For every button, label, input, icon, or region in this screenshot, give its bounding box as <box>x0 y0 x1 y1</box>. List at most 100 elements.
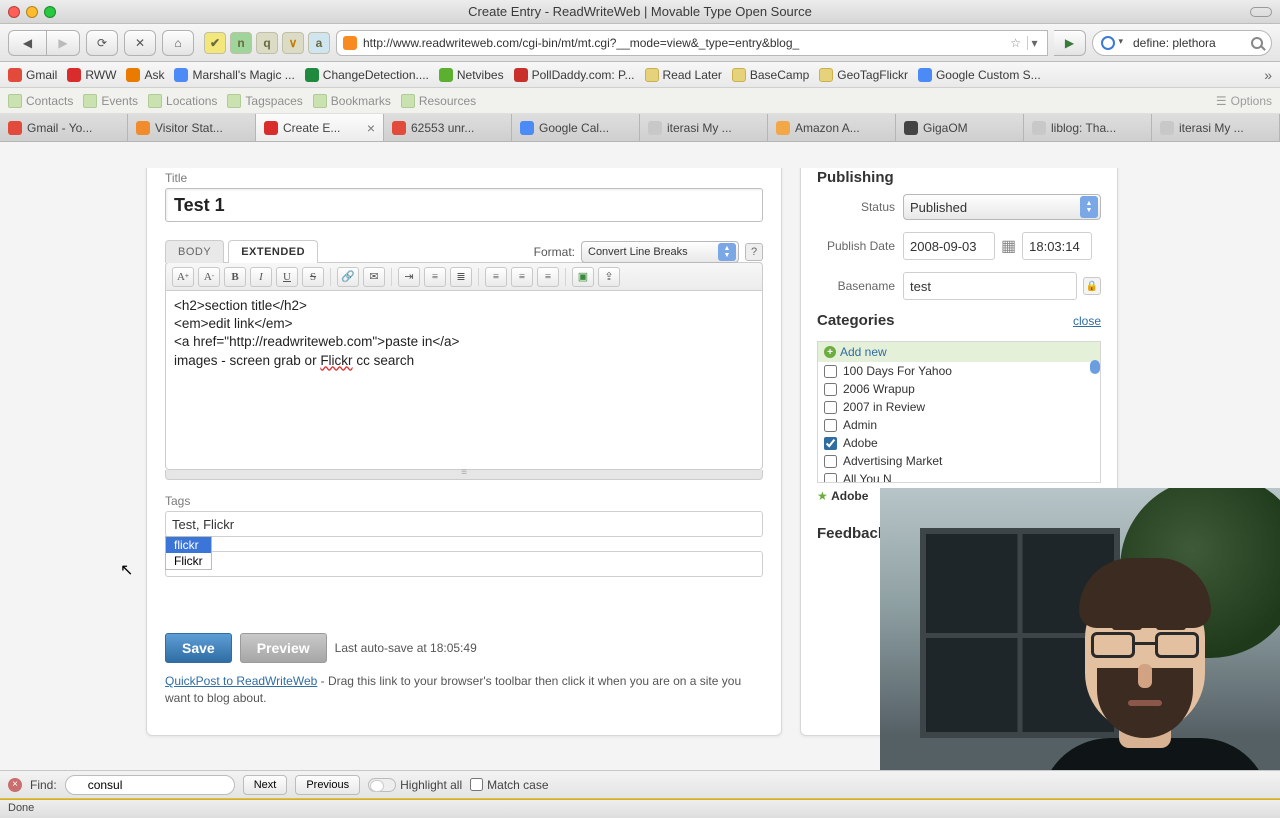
format-select[interactable]: Convert Line Breaks ▲▼ <box>581 241 739 263</box>
bookmark-readlater[interactable]: Read Later <box>645 68 722 82</box>
ext-icon-2[interactable]: n <box>230 32 252 54</box>
title-input[interactable] <box>165 188 763 222</box>
category-row[interactable]: All You N <box>818 470 1100 482</box>
attach-button[interactable]: ⇪ <box>598 267 620 287</box>
tab-google-cal[interactable]: Google Cal... <box>512 114 640 141</box>
email-button[interactable]: ✉ <box>363 267 385 287</box>
back-button[interactable]: ◀ <box>8 30 46 56</box>
save-button[interactable]: Save <box>165 633 232 663</box>
address-bar[interactable]: http://www.readwriteweb.com/cgi-bin/mt/m… <box>336 30 1048 56</box>
tab-62553[interactable]: 62553 unr... <box>384 114 512 141</box>
ext-icon-4[interactable]: ∨ <box>282 32 304 54</box>
bookmark-basecamp[interactable]: BaseCamp <box>732 68 809 82</box>
tab-gmail[interactable]: Gmail - Yo... <box>0 114 128 141</box>
ext-icon-3[interactable]: q <box>256 32 278 54</box>
font-increase-icon[interactable]: A+ <box>172 267 194 287</box>
unordered-list-button[interactable]: ≡ <box>424 267 446 287</box>
find-input[interactable] <box>65 775 235 795</box>
highlight-all-toggle[interactable]: Highlight all <box>368 778 462 792</box>
bookmark-marshall[interactable]: Marshall's Magic ... <box>174 68 294 82</box>
preview-button[interactable]: Preview <box>240 633 327 663</box>
ext-icon-5[interactable]: a <box>308 32 330 54</box>
category-row[interactable]: Adobe <box>818 434 1100 452</box>
category-row[interactable]: 100 Days For Yahoo <box>818 362 1100 380</box>
tab-body[interactable]: BODY <box>165 240 224 263</box>
entry-panel: Title BODY EXTENDED Format: Convert Line… <box>146 168 782 736</box>
bm2-resources[interactable]: Resources <box>401 94 476 108</box>
bookmark-ask[interactable]: Ask <box>126 68 164 82</box>
publish-time-input[interactable] <box>1022 232 1092 260</box>
align-right-button[interactable]: ≡ <box>537 267 559 287</box>
reload-button[interactable]: ⟳ <box>86 30 118 56</box>
underline-button[interactable]: U <box>276 267 298 287</box>
find-close-icon[interactable]: × <box>8 778 22 792</box>
publish-date-input[interactable] <box>903 232 995 260</box>
align-left-button[interactable]: ≡ <box>485 267 507 287</box>
find-next-button[interactable]: Next <box>243 775 288 795</box>
editor-resize-handle[interactable] <box>165 470 763 480</box>
category-row[interactable]: Admin <box>818 416 1100 434</box>
tab-iterasi-2[interactable]: iterasi My ... <box>1152 114 1280 141</box>
tab-extended[interactable]: EXTENDED <box>228 240 318 263</box>
suggest-item[interactable]: Flickr <box>166 553 211 569</box>
basename-input[interactable] <box>903 272 1077 300</box>
bm2-contacts[interactable]: Contacts <box>8 94 73 108</box>
suggest-item[interactable]: flickr <box>166 537 211 553</box>
close-tab-icon[interactable]: × <box>367 120 375 136</box>
scrollbar-thumb[interactable] <box>1090 360 1100 374</box>
link-button[interactable]: 🔗 <box>337 267 359 287</box>
tab-amazon[interactable]: Amazon A... <box>768 114 896 141</box>
category-row[interactable]: 2007 in Review <box>818 398 1100 416</box>
add-category-link[interactable]: +Add new <box>818 342 1100 362</box>
keywords-input[interactable] <box>165 551 763 577</box>
categories-close-link[interactable]: close <box>1073 314 1101 328</box>
bookmarks-overflow-icon[interactable]: » <box>1264 67 1272 83</box>
tags-input[interactable] <box>165 511 763 537</box>
tab-visitor-stats[interactable]: Visitor Stat... <box>128 114 256 141</box>
italic-button[interactable]: I <box>250 267 272 287</box>
bold-button[interactable]: B <box>224 267 246 287</box>
strike-button[interactable]: S <box>302 267 324 287</box>
bookmark-googlecustom[interactable]: Google Custom S... <box>918 68 1041 82</box>
ext-icon-1[interactable]: ✔ <box>204 32 226 54</box>
tab-iterasi-1[interactable]: iterasi My ... <box>640 114 768 141</box>
calendar-icon[interactable]: ▦ <box>1001 236 1016 256</box>
home-button[interactable]: ⌂ <box>162 30 194 56</box>
ordered-list-button[interactable]: ≣ <box>450 267 472 287</box>
bookmark-star-icon[interactable]: ☆ <box>1010 36 1021 50</box>
image-button[interactable]: ▣ <box>572 267 594 287</box>
format-help-icon[interactable]: ? <box>745 243 763 261</box>
forward-button[interactable]: ▶ <box>46 30 80 56</box>
category-row[interactable]: 2006 Wrapup <box>818 380 1100 398</box>
bm2-locations[interactable]: Locations <box>148 94 217 108</box>
tab-liblog[interactable]: liblog: Tha... <box>1024 114 1152 141</box>
find-previous-button[interactable]: Previous <box>295 775 360 795</box>
browser-search[interactable]: define: plethora <box>1092 30 1272 56</box>
bookmark-rww[interactable]: RWW <box>67 68 116 82</box>
tab-create-entry[interactable]: Create E...× <box>256 114 384 141</box>
category-row[interactable]: Advertising Market <box>818 452 1100 470</box>
match-case-checkbox[interactable]: Match case <box>470 778 548 792</box>
bookmark-changedetect[interactable]: ChangeDetection.... <box>305 68 429 82</box>
indent-button[interactable]: ⇥ <box>398 267 420 287</box>
font-decrease-icon[interactable]: A- <box>198 267 220 287</box>
align-center-button[interactable]: ≡ <box>511 267 533 287</box>
bookmark-netvibes[interactable]: Netvibes <box>439 68 504 82</box>
bm2-bookmarks[interactable]: Bookmarks <box>313 94 391 108</box>
bookmark-gmail[interactable]: Gmail <box>8 68 57 82</box>
url-dropdown-icon[interactable]: ▾ <box>1027 36 1041 50</box>
tab-gigaom[interactable]: GigaOM <box>896 114 1024 141</box>
quickpost-link[interactable]: QuickPost to ReadWriteWeb <box>165 674 317 688</box>
bookmark-polldaddy[interactable]: PollDaddy.com: P... <box>514 68 635 82</box>
body-editor[interactable]: <h2>section title</h2> <em>edit link</em… <box>165 290 763 470</box>
basename-lock-icon[interactable]: 🔒 <box>1083 277 1101 295</box>
categories-list[interactable]: 100 Days For Yahoo 2006 Wrapup 2007 in R… <box>818 362 1100 482</box>
bookmarks-options[interactable]: ☰Options <box>1216 94 1272 108</box>
stop-button[interactable]: ✕ <box>124 30 156 56</box>
bm2-tagspaces[interactable]: Tagspaces <box>227 94 302 108</box>
search-engine-icon[interactable] <box>1101 36 1115 50</box>
bookmark-geotagflickr[interactable]: GeoTagFlickr <box>819 68 908 82</box>
go-button[interactable]: ▶ <box>1054 30 1086 56</box>
status-select[interactable]: Published▲▼ <box>903 194 1101 220</box>
bm2-events[interactable]: Events <box>83 94 138 108</box>
